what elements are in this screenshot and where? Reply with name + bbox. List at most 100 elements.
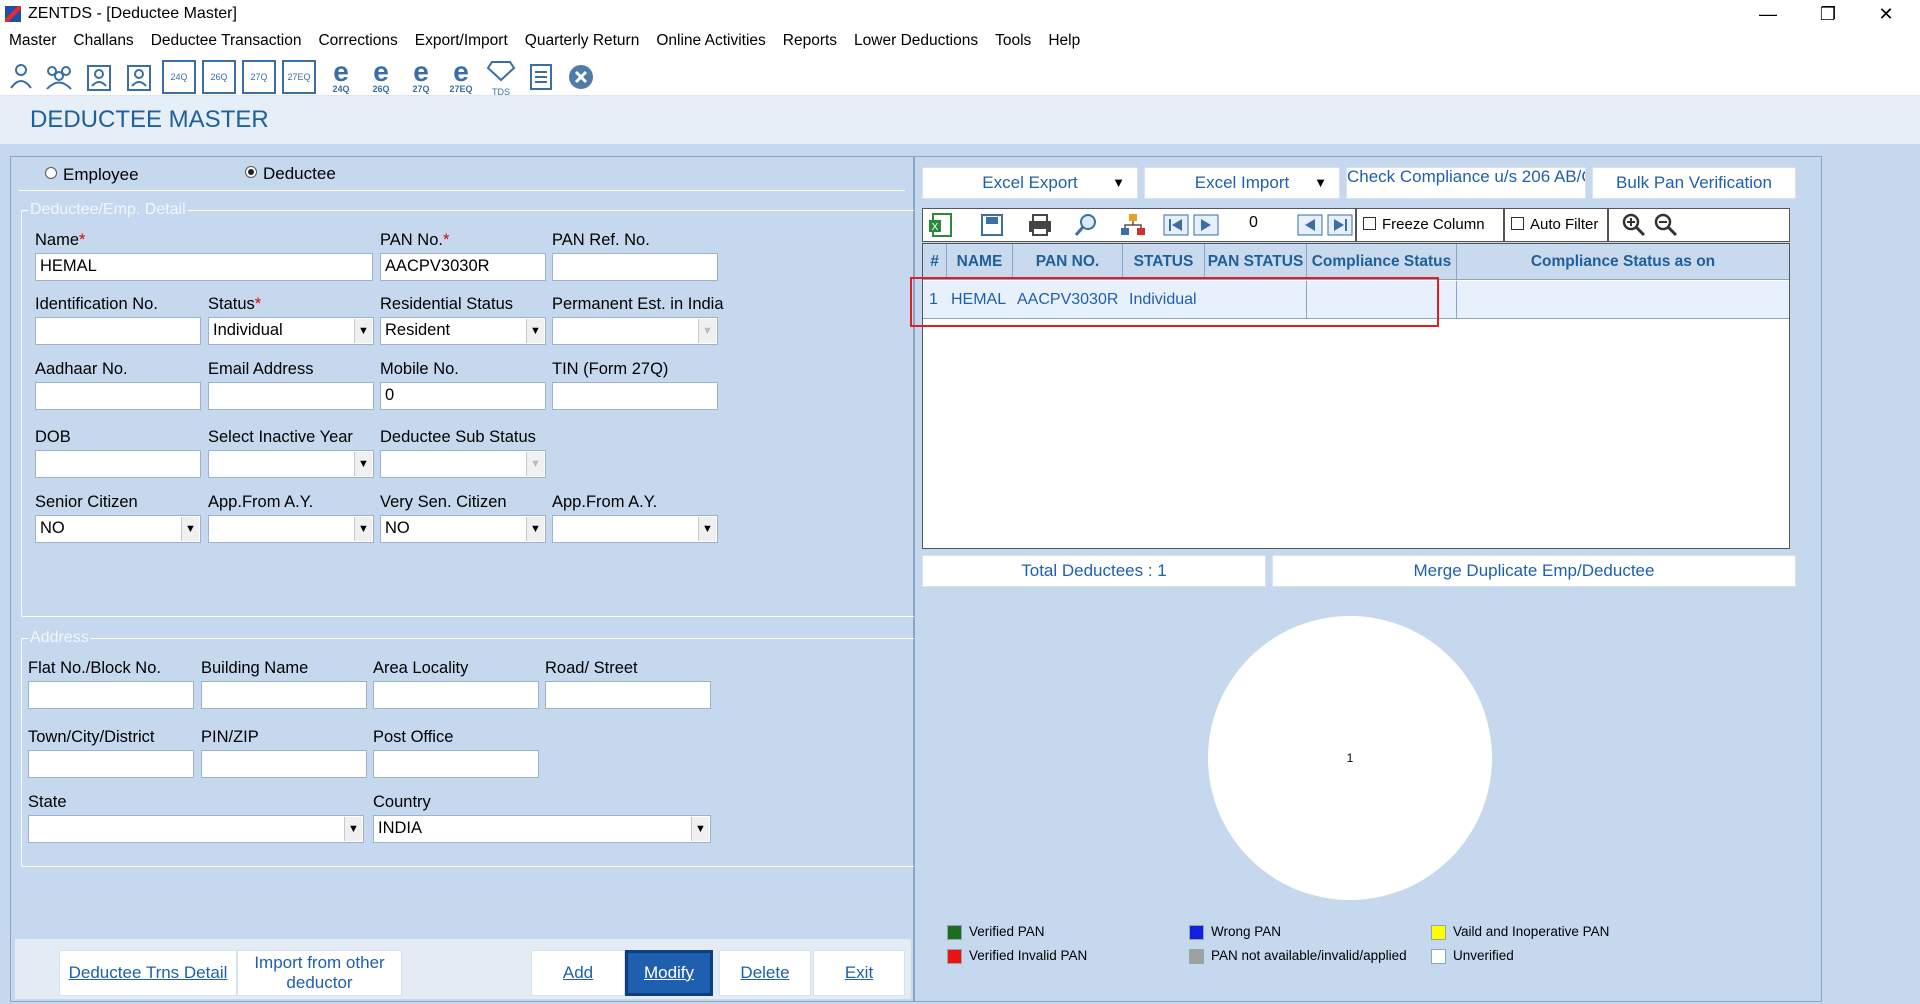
- name-label-text: Name: [35, 231, 80, 249]
- svg-text:X: X: [932, 222, 939, 233]
- sub-status-select[interactable]: ▼: [380, 450, 546, 478]
- excel-import-button[interactable]: Excel Import ▼: [1144, 167, 1340, 199]
- form-26q-icon[interactable]: 26Q: [202, 60, 236, 94]
- country-select[interactable]: INDIA ▼: [373, 815, 711, 843]
- find-icon[interactable]: [1071, 212, 1101, 238]
- modify-button[interactable]: Modify: [625, 950, 713, 996]
- previous-record-icon[interactable]: [1297, 214, 1323, 236]
- senior-citizen-select[interactable]: NO ▼: [35, 515, 201, 543]
- radio-employee[interactable]: Employee: [45, 165, 139, 185]
- cell-divider: [1456, 281, 1457, 319]
- exit-button[interactable]: Exit: [813, 950, 905, 996]
- auto-filter-checkbox-box: [1511, 217, 1524, 230]
- town-field[interactable]: [28, 750, 194, 778]
- name-field[interactable]: HEMAL: [35, 253, 373, 281]
- bulk-pan-verification-button[interactable]: Bulk Pan Verification: [1592, 167, 1796, 199]
- state-select[interactable]: ▼: [28, 815, 364, 843]
- email-field[interactable]: [208, 382, 374, 410]
- excel-icon[interactable]: X: [927, 212, 957, 238]
- area-field[interactable]: [373, 681, 539, 709]
- pan-ref-field[interactable]: [552, 253, 718, 281]
- close-circle-icon[interactable]: [564, 60, 598, 94]
- pin-field[interactable]: [201, 750, 367, 778]
- deductee-trns-detail-button[interactable]: Deductee Trns Detail: [59, 950, 237, 996]
- inactive-year-select[interactable]: ▼: [208, 450, 374, 478]
- employee-icon[interactable]: [82, 60, 116, 94]
- legend-swatch-unverified: [1431, 949, 1446, 964]
- print-icon[interactable]: [1025, 212, 1055, 238]
- road-label: Road/ Street: [545, 659, 638, 677]
- merge-duplicate-button[interactable]: Merge Duplicate Emp/Deductee: [1272, 555, 1796, 587]
- e-26q-icon[interactable]: e 26Q: [364, 58, 398, 95]
- minimize-button[interactable]: —: [1740, 0, 1796, 30]
- next-record-icon[interactable]: [1193, 214, 1219, 236]
- col-compliance-as-on[interactable]: Compliance Status as on: [1457, 244, 1789, 280]
- auto-filter-checkbox[interactable]: Auto Filter: [1511, 216, 1598, 233]
- employee-alt-icon[interactable]: [122, 60, 156, 94]
- identification-field[interactable]: [35, 317, 201, 345]
- delete-button[interactable]: Delete: [719, 950, 811, 996]
- very-senior-select[interactable]: NO ▼: [380, 515, 546, 543]
- menu-reports[interactable]: Reports: [774, 30, 845, 54]
- col-compliance[interactable]: Compliance Status: [1307, 244, 1457, 280]
- e-24q-icon[interactable]: e 24Q: [324, 58, 358, 95]
- import-other-deductor-button[interactable]: Import from other deductor: [237, 950, 402, 996]
- menu-export-import[interactable]: Export/Import: [406, 30, 516, 54]
- hierarchy-icon[interactable]: [1118, 212, 1148, 238]
- dob-field[interactable]: [35, 450, 201, 478]
- zoom-out-icon[interactable]: [1653, 212, 1679, 238]
- tin-field[interactable]: [552, 382, 718, 410]
- road-field[interactable]: [545, 681, 711, 709]
- col-pan[interactable]: PAN NO.: [1013, 244, 1123, 280]
- form-27eq-icon[interactable]: 27EQ: [282, 60, 316, 94]
- flat-field[interactable]: [28, 681, 194, 709]
- menu-challans[interactable]: Challans: [64, 30, 141, 54]
- first-record-icon[interactable]: [1163, 214, 1189, 236]
- save-icon[interactable]: [977, 212, 1007, 238]
- building-field[interactable]: [201, 681, 367, 709]
- post-office-field[interactable]: [373, 750, 539, 778]
- radio-deductee[interactable]: Deductee: [245, 164, 336, 184]
- excel-import-label: Excel Import: [1194, 173, 1290, 192]
- register-icon[interactable]: [524, 60, 558, 94]
- menu-quarterly-return[interactable]: Quarterly Return: [516, 30, 648, 54]
- e-27q-icon[interactable]: e 27Q: [404, 58, 438, 95]
- col-status[interactable]: STATUS: [1123, 244, 1205, 280]
- check-compliance-button[interactable]: Check Compliance u/s 206 AB/CCA: [1346, 167, 1586, 199]
- menu-help[interactable]: Help: [1039, 30, 1088, 54]
- menu-deductee-transaction[interactable]: Deductee Transaction: [142, 30, 310, 54]
- tds-certificate-icon[interactable]: TDS: [484, 60, 518, 97]
- col-pan-status[interactable]: PAN STATUS: [1205, 244, 1307, 280]
- pan-field[interactable]: AACPV3030R: [380, 253, 546, 281]
- e-27eq-icon[interactable]: e 27EQ: [444, 58, 478, 95]
- pin-label: PIN/ZIP: [201, 728, 259, 746]
- aadhaar-field[interactable]: [35, 382, 201, 410]
- app-from-ay-2-select[interactable]: ▼: [552, 515, 718, 543]
- restore-button[interactable]: ❐: [1800, 0, 1856, 30]
- modify-label: Modify: [643, 963, 695, 982]
- freeze-column-checkbox[interactable]: Freeze Column: [1363, 216, 1485, 233]
- form-24q-icon[interactable]: 24Q: [162, 60, 196, 94]
- col-number[interactable]: #: [923, 244, 947, 280]
- zoom-in-icon[interactable]: [1621, 212, 1647, 238]
- menu-tools[interactable]: Tools: [986, 30, 1039, 54]
- form-27q-icon[interactable]: 27Q: [242, 60, 276, 94]
- pan-status-pie-chart: 1: [1208, 616, 1492, 900]
- mobile-field[interactable]: 0: [380, 382, 546, 410]
- permanent-est-select[interactable]: ▼: [552, 317, 718, 345]
- excel-export-button[interactable]: Excel Export ▼: [922, 167, 1138, 199]
- residential-status-select[interactable]: Resident ▼: [380, 317, 546, 345]
- deductor-icon[interactable]: [4, 60, 38, 94]
- menu-master[interactable]: Master: [0, 30, 64, 54]
- menu-lower-deductions[interactable]: Lower Deductions: [845, 30, 986, 54]
- state-label: State: [28, 793, 67, 811]
- status-select[interactable]: Individual ▼: [208, 317, 374, 345]
- menu-online-activities[interactable]: Online Activities: [647, 30, 773, 54]
- col-name[interactable]: NAME: [947, 244, 1013, 280]
- app-from-ay-select[interactable]: ▼: [208, 515, 374, 543]
- menu-corrections[interactable]: Corrections: [309, 30, 405, 54]
- add-button[interactable]: Add: [531, 950, 625, 996]
- close-window-button[interactable]: ✕: [1858, 0, 1914, 30]
- last-record-icon[interactable]: [1327, 214, 1353, 236]
- deductee-group-icon[interactable]: [42, 60, 76, 94]
